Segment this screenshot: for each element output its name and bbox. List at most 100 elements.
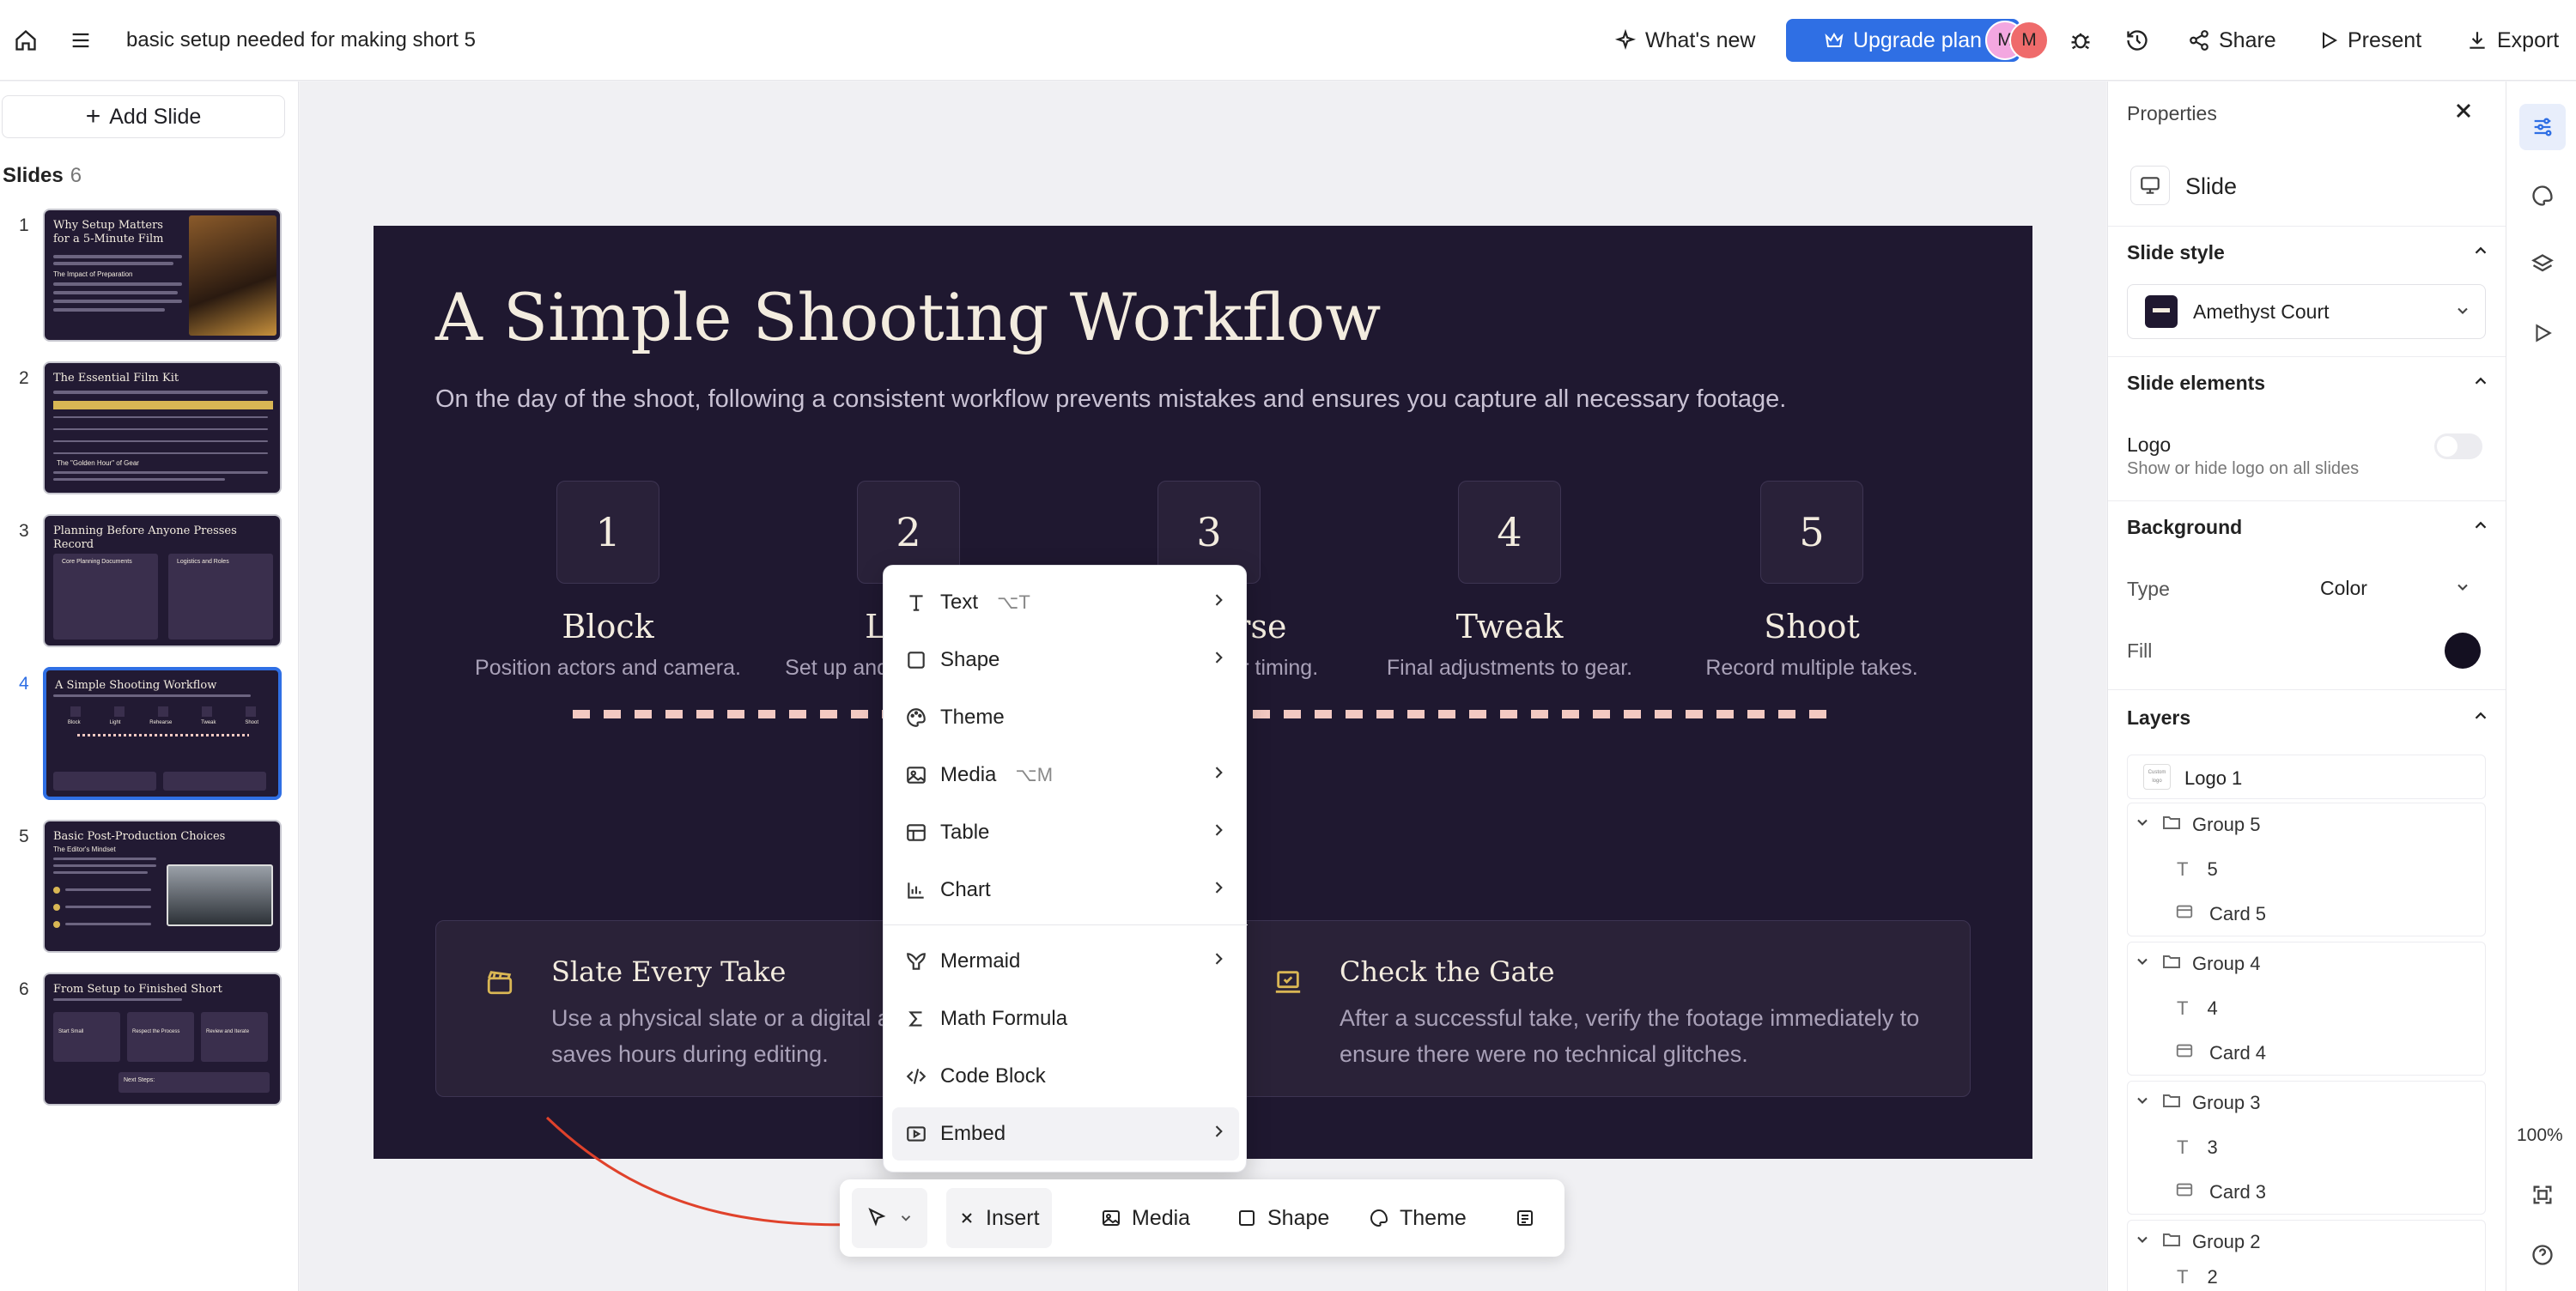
- layer-group-row[interactable]: Group 4: [2127, 942, 2486, 986]
- export-button[interactable]: Export: [2466, 0, 2559, 81]
- layers-tab-button[interactable]: [2519, 241, 2566, 288]
- thumb-col-title: Logistics and Roles: [177, 559, 229, 565]
- whats-new-button[interactable]: What's new: [1614, 0, 1755, 81]
- tip-title: Slate Every Take: [551, 955, 787, 988]
- select-tool-button[interactable]: [852, 1188, 927, 1248]
- notes-button[interactable]: [1503, 1188, 1547, 1248]
- media-button[interactable]: Media: [1089, 1188, 1202, 1248]
- layer-item[interactable]: T 5: [2127, 847, 2486, 892]
- thumb-title: Basic Post-Production Choices: [53, 830, 226, 843]
- theme-swatch: [2145, 295, 2178, 328]
- chevron-down-icon: [2454, 302, 2471, 324]
- layer-item[interactable]: Card 5: [2127, 892, 2486, 936]
- layer-name: 4: [2207, 997, 2218, 1019]
- slide-number: 4: [19, 674, 29, 694]
- layer-item[interactable]: Card 4: [2127, 1031, 2486, 1076]
- document-title[interactable]: basic setup needed for making short 5: [126, 0, 476, 81]
- chevron-right-icon: [1210, 1122, 1227, 1146]
- monitor-icon: [2130, 166, 2170, 205]
- slide-thumbnail-2[interactable]: 2 The Essential Film Kit The "Golden Hou…: [0, 361, 299, 499]
- fit-to-screen-button[interactable]: [2519, 1172, 2566, 1218]
- thumb-title: Why Setup Matters for a 5-Minute Film: [53, 219, 164, 245]
- card-icon: [2175, 1041, 2194, 1065]
- slide-subtitle[interactable]: On the day of the shoot, following a con…: [435, 385, 1786, 414]
- slide-thumbnail-3[interactable]: 3 Planning Before Anyone Presses Record …: [0, 514, 299, 652]
- present-button[interactable]: Present: [2318, 0, 2421, 81]
- menu-icon[interactable]: [67, 0, 94, 81]
- slide-thumbnail-5[interactable]: 5 Basic Post-Production Choices The Edit…: [0, 820, 299, 957]
- slide-style-value: Amethyst Court: [2193, 300, 2330, 323]
- thumb-step-label: Block: [67, 720, 81, 725]
- zoom-level[interactable]: 100%: [2517, 1125, 2563, 1146]
- insert-button[interactable]: Insert: [946, 1188, 1052, 1248]
- image-icon: [892, 764, 940, 786]
- layers-heading: Layers: [2127, 706, 2191, 729]
- menu-item-table[interactable]: Table: [892, 806, 1239, 859]
- theme-tab-button[interactable]: [2519, 173, 2566, 219]
- theme-label: Theme: [1400, 1205, 1467, 1230]
- sliders-icon: [2530, 115, 2555, 139]
- layer-item[interactable]: T 4: [2127, 986, 2486, 1031]
- theme-button[interactable]: Theme: [1357, 1188, 1479, 1248]
- layer-group-row[interactable]: Group 5: [2127, 803, 2486, 847]
- logo-toggle[interactable]: [2434, 433, 2482, 459]
- slide-thumbnail-4[interactable]: 4 A Simple Shooting Workflow Block Light…: [0, 667, 299, 804]
- layer-item[interactable]: T 2: [2127, 1264, 2486, 1290]
- step-name: Tweak: [1455, 608, 1564, 646]
- step-card[interactable]: 1 Block Position actors and camera.: [462, 481, 754, 681]
- layer-item[interactable]: Card 3: [2127, 1170, 2486, 1215]
- layer-group-row[interactable]: Group 3: [2127, 1081, 2486, 1125]
- chevron-right-icon: [1210, 949, 1227, 973]
- bug-icon[interactable]: [2068, 0, 2093, 81]
- menu-item-label: Table: [940, 821, 990, 844]
- notes-icon: [1515, 1208, 1535, 1228]
- share-button[interactable]: Share: [2188, 0, 2276, 81]
- help-button[interactable]: [2519, 1232, 2566, 1278]
- slide-style-heading: Slide style: [2127, 241, 2225, 264]
- tip-line: Use a physical slate or a digital app.: [551, 1005, 923, 1031]
- properties-tab-button[interactable]: [2519, 104, 2566, 150]
- home-icon[interactable]: [12, 0, 39, 81]
- menu-item-text[interactable]: Text ⌥T: [892, 576, 1239, 629]
- layer-name: Card 3: [2209, 1181, 2267, 1203]
- step-card[interactable]: 5 Shoot Record multiple takes.: [1666, 481, 1958, 681]
- slide-title[interactable]: A Simple Shooting Workflow: [435, 279, 1381, 355]
- animation-tab-button[interactable]: [2519, 310, 2566, 356]
- menu-item-media[interactable]: Media ⌥M: [892, 749, 1239, 802]
- chevron-down-icon: [2454, 579, 2471, 600]
- layer-item[interactable]: T 3: [2127, 1125, 2486, 1170]
- slide-style-dropdown[interactable]: Amethyst Court: [2127, 284, 2486, 339]
- history-icon[interactable]: [2124, 0, 2150, 81]
- layer-group-row[interactable]: Group 2: [2127, 1220, 2486, 1264]
- text-icon: [892, 591, 940, 614]
- fill-color-swatch[interactable]: [2445, 633, 2481, 669]
- menu-item-theme[interactable]: Theme: [892, 691, 1239, 744]
- menu-item-math-formula[interactable]: Math Formula: [892, 992, 1239, 1046]
- chevron-up-icon[interactable]: [2471, 241, 2488, 258]
- chevron-up-icon[interactable]: [2471, 372, 2488, 389]
- close-icon[interactable]: [2451, 99, 2476, 123]
- layer-item[interactable]: Custom logo Logo 1: [2127, 755, 2486, 799]
- menu-item-chart[interactable]: Chart: [892, 864, 1239, 917]
- slide-thumbnail-6[interactable]: 6 From Setup to Finished Short Start Sma…: [0, 973, 299, 1110]
- text-icon: T: [2177, 858, 2189, 880]
- thumb-subhead: The Editor's Mindset: [53, 846, 116, 853]
- folder-icon: [2161, 1229, 2182, 1255]
- menu-item-mermaid[interactable]: Mermaid: [892, 935, 1239, 988]
- step-card[interactable]: 4 Tweak Final adjustments to gear.: [1364, 481, 1656, 681]
- tip-card[interactable]: Check the Gate After a successful take, …: [1224, 920, 1971, 1097]
- shape-button[interactable]: Shape: [1224, 1188, 1341, 1248]
- thumb-subhead: The "Golden Hour" of Gear: [57, 459, 139, 467]
- background-type-dropdown[interactable]: Color: [2297, 562, 2486, 612]
- chevron-down-icon: [2134, 953, 2151, 975]
- add-slide-button[interactable]: + Add Slide: [2, 95, 285, 138]
- chevron-up-icon[interactable]: [2471, 516, 2488, 533]
- sigma-icon: [892, 1008, 940, 1030]
- menu-item-shape[interactable]: Shape: [892, 633, 1239, 687]
- menu-item-embed[interactable]: Embed: [892, 1107, 1239, 1161]
- menu-item-code-block[interactable]: Code Block: [892, 1050, 1239, 1103]
- chevron-up-icon[interactable]: [2471, 706, 2488, 724]
- slide-preview: From Setup to Finished Short Start Small…: [43, 973, 282, 1106]
- avatar[interactable]: M: [2009, 21, 2049, 60]
- slide-thumbnail-1[interactable]: 1 Why Setup Matters for a 5-Minute Film …: [0, 209, 299, 346]
